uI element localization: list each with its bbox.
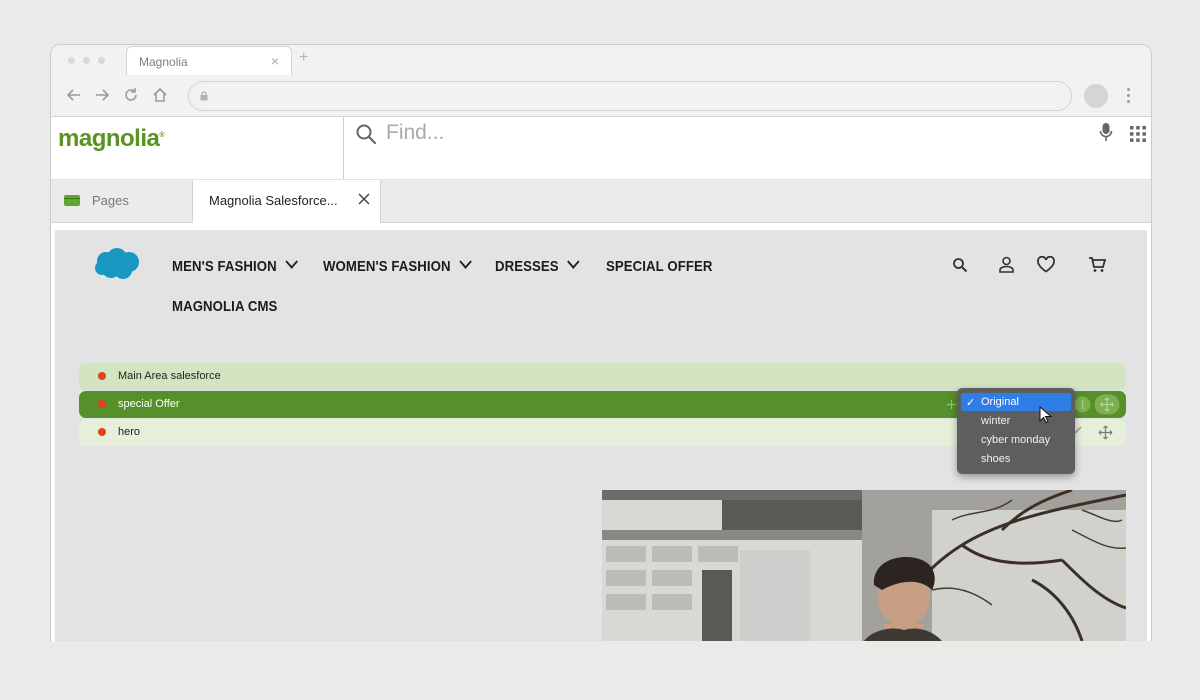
nav-special-offer[interactable]: SPECIAL OFFER — [606, 258, 713, 275]
salesforce-cloud-logo[interactable] — [93, 247, 141, 281]
home-icon[interactable] — [151, 86, 169, 104]
add-icon[interactable] — [946, 399, 957, 410]
nav-mens-fashion[interactable]: MEN'S FASHION — [172, 254, 298, 275]
new-tab-button[interactable]: + — [299, 49, 308, 67]
magnolia-logo[interactable]: magnolia® — [58, 125, 164, 153]
browser-menu-icon[interactable] — [1127, 88, 1131, 106]
profile-avatar[interactable] — [1084, 84, 1108, 108]
reload-icon[interactable] — [122, 86, 140, 104]
variant-option-label: cyber monday — [981, 434, 1051, 446]
lock-icon — [200, 91, 208, 101]
browser-tab[interactable]: Magnolia × — [126, 46, 292, 76]
nav-dresses-label: DRESSES — [495, 258, 559, 275]
chevron-down-icon — [285, 254, 298, 269]
nav-magnolia-cms[interactable]: MAGNOLIA CMS — [172, 298, 277, 315]
app-launcher-icon[interactable] — [1129, 125, 1147, 143]
magnolia-logo-mark: ® — [159, 132, 165, 139]
window-maximize-dot[interactable] — [98, 57, 105, 64]
variant-option-original[interactable]: ✓ Original — [961, 393, 1071, 411]
tab-magnolia-salesforce[interactable]: Magnolia Salesforce... — [192, 180, 381, 223]
tab-pages[interactable]: Pages — [51, 180, 191, 222]
page-preview: MEN'S FASHION WOMEN'S FASHION DRESSES SP… — [55, 230, 1147, 641]
area-main-salesforce[interactable]: Main Area salesforce — [79, 363, 1126, 390]
nav-mens-fashion-label: MEN'S FASHION — [172, 258, 277, 275]
edit-icon[interactable] — [1074, 425, 1083, 434]
close-tab-icon[interactable] — [357, 192, 371, 206]
variant-option-label: shoes — [981, 453, 1011, 465]
browser-toolbar — [51, 75, 1151, 117]
status-dot — [98, 428, 106, 436]
mouse-cursor-icon — [1039, 406, 1053, 424]
pages-icon — [64, 195, 80, 206]
browser-tab-title: Magnolia — [139, 55, 188, 69]
status-dot — [98, 372, 106, 380]
tab-magnolia-salesforce-label: Magnolia Salesforce... — [209, 193, 338, 208]
move-icon[interactable] — [1098, 425, 1113, 440]
magnolia-logo-text: magnolia — [58, 125, 160, 152]
search-icon[interactable] — [952, 257, 968, 273]
heart-icon[interactable] — [1036, 256, 1056, 273]
nav-dresses[interactable]: DRESSES — [495, 254, 580, 275]
header-divider — [343, 117, 344, 179]
user-icon[interactable] — [998, 256, 1015, 273]
forward-arrow-icon[interactable] — [93, 86, 111, 104]
microphone-icon[interactable] — [1099, 122, 1113, 142]
app-tab-bar: Pages Magnolia Salesforce... — [51, 179, 1151, 223]
component-special-offer-label: special Offer — [118, 398, 180, 410]
browser-tab-strip: Magnolia × + — [51, 45, 1151, 76]
variant-option-label: winter — [981, 415, 1011, 427]
nav-womens-fashion[interactable]: WOMEN'S FASHION — [323, 254, 472, 275]
back-arrow-icon[interactable] — [65, 86, 83, 104]
window-minimize-dot[interactable] — [83, 57, 90, 64]
move-icon[interactable] — [1094, 394, 1120, 415]
browser-tab-close-icon[interactable]: × — [271, 53, 279, 69]
area-main-salesforce-label: Main Area salesforce — [118, 370, 221, 382]
find-input[interactable] — [384, 118, 1078, 148]
search-icon[interactable] — [355, 123, 377, 145]
variant-dropdown-menu: ✓ Original winter cyber monday shoes — [957, 388, 1075, 474]
variant-option-shoes[interactable]: shoes — [961, 450, 1071, 468]
status-dot — [98, 400, 106, 408]
chevron-down-icon — [567, 254, 580, 269]
browser-window: Magnolia × + magnolia® Find... Pages Mag… — [50, 44, 1152, 641]
nav-magnolia-cms-label: MAGNOLIA CMS — [172, 298, 278, 315]
component-action-icon[interactable] — [1074, 396, 1091, 413]
tab-pages-label: Pages — [92, 193, 129, 208]
variant-option-label: Original — [981, 396, 1019, 408]
address-bar[interactable] — [188, 81, 1072, 111]
variant-option-winter[interactable]: winter — [961, 412, 1071, 430]
window-close-dot[interactable] — [68, 57, 75, 64]
cart-icon[interactable] — [1088, 256, 1106, 273]
variant-option-cyber-monday[interactable]: cyber monday — [961, 431, 1071, 449]
chevron-down-icon — [459, 254, 472, 269]
component-hero-label: hero — [118, 426, 141, 438]
nav-special-offer-label: SPECIAL OFFER — [606, 258, 713, 275]
checkmark-icon: ✓ — [966, 397, 976, 409]
nav-womens-fashion-label: WOMEN'S FASHION — [323, 258, 451, 275]
magnolia-app: magnolia® Pages Magnolia Salesforc — [51, 117, 1151, 641]
hero-image — [602, 490, 1126, 641]
